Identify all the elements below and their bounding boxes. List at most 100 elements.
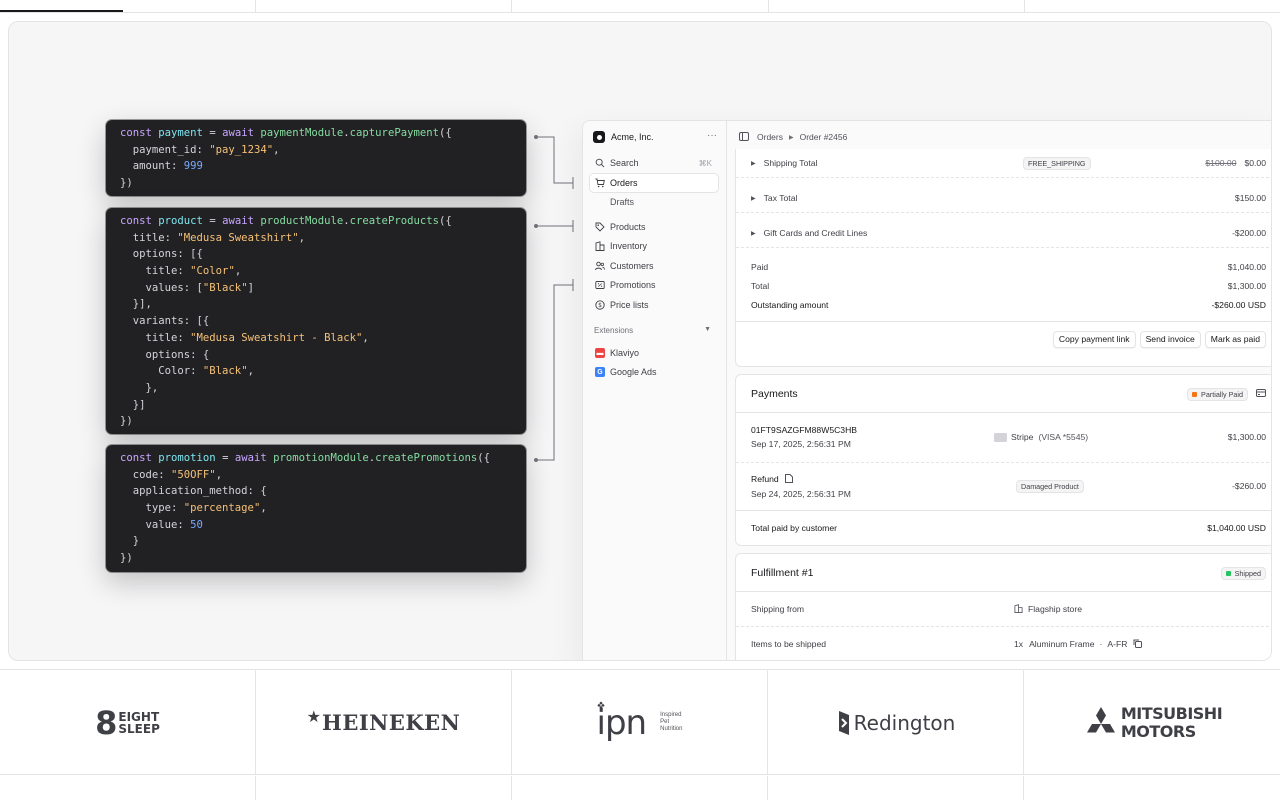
fulfillment-title: Fulfillment #1 <box>751 567 814 579</box>
sidebar-item-promotions[interactable]: Promotions <box>590 276 718 294</box>
sidebar-toggle-icon[interactable] <box>739 131 749 143</box>
sidebar-item-klaviyo[interactable]: ▬ Klaviyo <box>590 344 718 362</box>
payments-title: Payments <box>751 388 798 400</box>
code-token: ({ <box>477 452 490 464</box>
code-token: await <box>222 127 261 139</box>
document-icon[interactable] <box>784 473 793 485</box>
payment-status-label: Partially Paid <box>1201 389 1243 399</box>
code-token: "Black" <box>202 281 248 294</box>
mark-as-paid-button[interactable]: Mark as paid <box>1204 330 1266 348</box>
code-line: value: 50 <box>120 517 526 534</box>
code-line: }) <box>120 550 526 567</box>
code-token: options: [{ <box>120 248 203 261</box>
shipping-item: 1x Aluminum Frame · A-FR <box>1014 639 1143 650</box>
total-paid-label: Total paid by customer <box>751 523 837 533</box>
code-token: promotionModule <box>273 452 369 464</box>
code-token: variants: [{ <box>120 315 210 328</box>
logo-heineken: ★ HEINEKEN <box>256 670 512 775</box>
code-token: }], <box>120 298 152 311</box>
code-line: title: "Medusa Sweatshirt - Black", <box>120 330 526 347</box>
code-block-promotion: const promotion = await promotionModule.… <box>106 445 526 572</box>
paw-icon: ❖ <box>596 700 606 712</box>
tab-segment[interactable] <box>256 0 512 12</box>
send-invoice-button[interactable]: Send invoice <box>1139 330 1201 348</box>
code-line: type: "percentage", <box>120 500 526 517</box>
credit-card-icon <box>994 432 1007 442</box>
refund-row[interactable]: Refund Sep 24, 2025, 2:56:31 PM Damaged … <box>751 472 1266 500</box>
copy-payment-link-button[interactable]: Copy payment link <box>1052 330 1136 348</box>
sidebar-item-label: Price lists <box>610 300 649 310</box>
logo-ipn: ❖ ipn Inspired Pet Nutrition <box>512 670 768 775</box>
code-token: , <box>247 365 254 378</box>
sidebar-item-orders[interactable]: Orders <box>590 174 718 192</box>
code-line: title: "Color", <box>120 263 526 280</box>
ellipsis-icon[interactable]: ··· <box>707 130 717 141</box>
shipping-promo-tag: FREE_SHIPPING <box>1023 156 1091 170</box>
extensions-label: Extensions <box>594 326 634 335</box>
code-token: ({ <box>438 215 452 227</box>
code-token: promotion <box>158 452 216 464</box>
search-shortcut: ⌘K <box>698 158 712 168</box>
search-button[interactable]: Search ⌘K <box>590 154 718 172</box>
gift-cards-label: Gift Cards and Credit Lines <box>763 228 868 238</box>
payment-status-badge: Partially Paid <box>1187 387 1248 401</box>
sidebar-item-google-ads[interactable]: G Google Ads <box>590 363 718 381</box>
copy-icon[interactable] <box>1133 639 1143 650</box>
active-tab-indicator <box>0 10 123 12</box>
store-switcher[interactable]: Acme, Inc. ··· <box>593 130 719 144</box>
sidebar-item-customers[interactable]: Customers <box>590 257 718 275</box>
code-token: "Medusa Sweatshirt" <box>177 231 299 244</box>
shipping-from-row: Shipping from Flagship store <box>751 601 1266 617</box>
bottom-logo-row <box>0 776 1280 800</box>
code-token: value: <box>120 518 191 531</box>
sidebar: Acme, Inc. ··· Search ⌘K Orders Drafts P… <box>583 121 727 660</box>
sidebar-item-price-lists[interactable]: $ Price lists <box>590 296 718 314</box>
tax-total-row[interactable]: ▶ Tax Total $150.00 <box>751 190 1266 206</box>
gift-cards-row[interactable]: ▶ Gift Cards and Credit Lines -$200.00 <box>751 225 1266 241</box>
code-token: }) <box>120 415 133 428</box>
coin-icon: $ <box>595 300 605 310</box>
sidebar-item-inventory[interactable]: Inventory <box>590 237 718 255</box>
code-token: const <box>120 127 159 139</box>
mitsubishi-diamonds-icon <box>1086 706 1115 732</box>
receipt-icon[interactable] <box>1256 388 1266 400</box>
payment-amount: $1,300.00 <box>1227 432 1266 442</box>
extensions-header[interactable]: Extensions ▼ <box>594 326 714 335</box>
tab-segment[interactable] <box>512 0 769 12</box>
klaviyo-icon: ▬ <box>595 348 605 358</box>
redington-mark-icon <box>838 710 849 735</box>
breadcrumb-orders[interactable]: Orders <box>757 132 783 142</box>
code-line: values: ["Black"] <box>120 280 526 297</box>
svg-text:$: $ <box>598 302 602 309</box>
caret-down-icon[interactable]: ▼ <box>704 326 711 333</box>
code-token: , <box>362 331 369 344</box>
paid-row: Paid $1,040.00 <box>751 259 1266 275</box>
heineken-wordmark: HEINEKEN <box>322 710 461 735</box>
code-token: = <box>202 127 223 139</box>
code-token: 50 <box>190 518 203 531</box>
payment-actions: Copy payment link Send invoice Mark as p… <box>751 329 1266 349</box>
total-paid-row: Total paid by customer $1,040.00 USD <box>751 520 1266 536</box>
code-token: capturePayment <box>349 127 439 139</box>
users-icon <box>595 261 605 271</box>
code-token: values: [ <box>120 281 203 294</box>
order-summary-card: ▶ Shipping Total FREE_SHIPPING $100.00 $… <box>735 149 1271 367</box>
shipping-total-row[interactable]: ▶ Shipping Total FREE_SHIPPING $100.00 $… <box>751 155 1266 171</box>
store-name: Acme, Inc. <box>611 132 654 142</box>
fulfillment-header: Fulfillment #1 Shipped <box>751 565 1266 581</box>
sidebar-item-drafts[interactable]: Drafts <box>590 193 718 211</box>
tab-segment[interactable] <box>1025 0 1280 12</box>
code-line: Color: "Black", <box>120 363 526 380</box>
outstanding-label: Outstanding amount <box>751 300 829 310</box>
tab-segment[interactable] <box>769 0 1025 12</box>
caret-right-icon: ▶ <box>751 230 756 237</box>
payment-id: 01FT9SAZGFM88W5C3HB <box>751 425 858 435</box>
payment-row[interactable]: 01FT9SAZGFM88W5C3HB Sep 17, 2025, 2:56:3… <box>751 423 1266 451</box>
sidebar-item-products[interactable]: Products <box>590 218 718 236</box>
shipping-total-label: Shipping Total <box>763 158 818 168</box>
provider-name: Stripe <box>1011 432 1034 442</box>
sidebar-item-label: Customers <box>610 261 654 271</box>
status-dot <box>1192 391 1198 397</box>
payments-card: Payments Partially Paid 01FT9SAZGFM88W5C… <box>735 374 1271 546</box>
shipping-location: Flagship store <box>1028 604 1082 614</box>
